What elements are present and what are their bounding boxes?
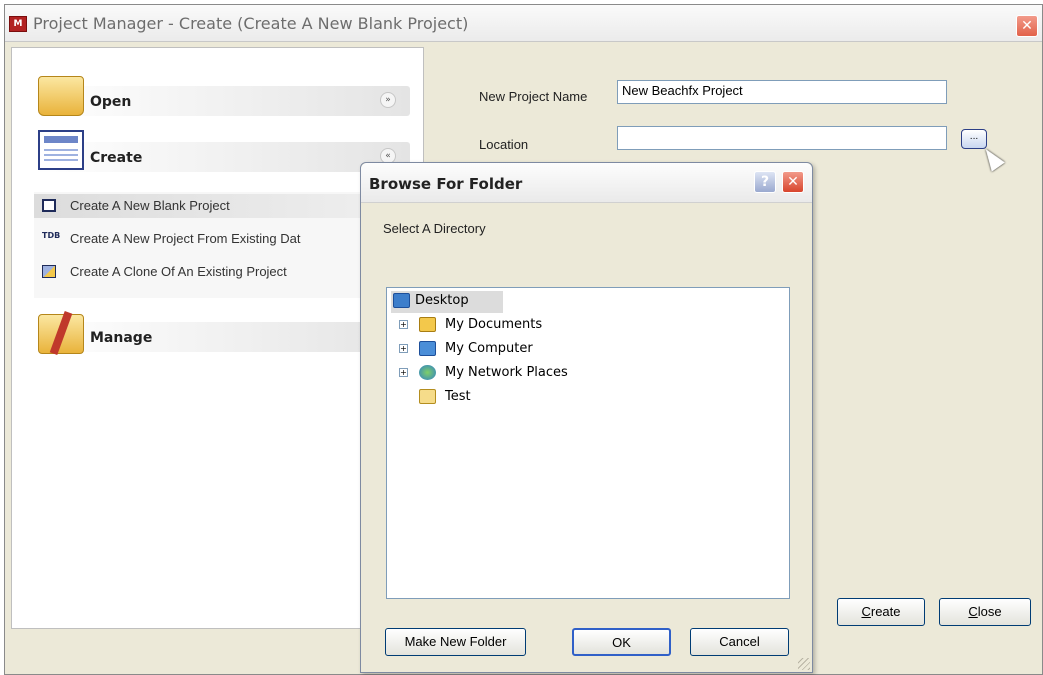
tree-node-label: My Documents [445,317,543,332]
project-name-input[interactable]: New Beachfx Project [617,80,947,104]
tree-node-label: Test [445,389,471,404]
tree-node-label: My Network Places [445,365,568,380]
project-manager-icon: M [9,16,27,32]
manage-tools-icon [38,314,84,354]
dialog-close-button[interactable]: ✕ [782,171,804,193]
create-item-label: Create A New Project From Existing Dat [70,231,301,246]
dialog-prompt: Select A Directory [383,221,486,236]
desktop-icon [393,293,410,308]
folder-icon [419,389,436,404]
tree-node-my-documents[interactable]: + My Documents [399,315,599,337]
location-label: Location [479,137,529,152]
create-item-label: Create A Clone Of An Existing Project [70,264,287,279]
tree-node-desktop[interactable]: Desktop [391,291,503,313]
window-title: Project Manager - Create (Create A New B… [33,14,469,33]
expand-icon[interactable]: + [399,320,408,329]
dialog-title: Browse For Folder [369,175,523,193]
ok-button[interactable]: OK [572,628,671,656]
clone-project-icon [42,265,56,278]
help-button[interactable]: ? [754,171,776,193]
tree-node-network-places[interactable]: + My Network Places [399,363,619,385]
make-new-folder-button[interactable]: Make New Folder [385,628,526,656]
expand-icon[interactable]: + [399,344,408,353]
tree-node-test[interactable]: Test [419,387,579,409]
network-places-icon [419,365,436,380]
close-mnemonic: C [968,604,978,619]
resize-grip[interactable] [798,658,810,670]
create-mnemonic: C [861,604,871,619]
create-button-label: reate [870,604,901,619]
close-button-label: lose [977,604,1002,619]
window-titlebar[interactable]: M Project Manager - Create (Create A New… [5,5,1042,42]
create-clone-project-item[interactable]: Create A Clone Of An Existing Project [34,260,410,284]
create-button[interactable]: Create [837,598,925,626]
nav-section-manage[interactable]: Manage [34,322,410,352]
nav-section-create-label: Create [90,150,143,166]
location-input[interactable] [617,126,947,150]
expand-icon[interactable]: + [399,368,408,377]
create-blank-project-item[interactable]: Create A New Blank Project [34,194,410,218]
folder-tree[interactable]: Desktop + My Documents + My Computer + M… [386,287,790,599]
blank-project-icon [42,199,56,212]
create-item-label: Create A New Blank Project [70,198,230,213]
tree-node-label: My Computer [445,341,533,356]
window-close-button[interactable]: ✕ [1016,15,1038,37]
chevron-down-icon[interactable]: » [380,92,396,108]
close-button[interactable]: Close [939,598,1031,626]
tree-node-my-computer[interactable]: + My Computer [399,339,599,361]
browse-location-button[interactable]: ... [961,129,987,149]
create-form-icon [38,130,84,170]
create-items-list: Create A New Blank Project TDB Create A … [34,192,410,298]
project-name-label: New Project Name [479,89,588,104]
browse-for-folder-dialog: Browse For Folder ? ✕ Select A Directory… [360,162,813,673]
nav-section-open-label: Open [90,94,132,110]
cancel-button[interactable]: Cancel [690,628,789,656]
dialog-titlebar[interactable]: Browse For Folder ? ✕ [361,163,812,203]
my-computer-icon [419,341,436,356]
open-folder-icon [38,76,84,116]
nav-section-manage-label: Manage [90,330,153,346]
my-documents-icon [419,317,436,332]
tree-node-label: Desktop [415,293,469,308]
nav-section-open[interactable]: Open » [34,86,410,116]
create-from-existing-data-item[interactable]: TDB Create A New Project From Existing D… [34,227,410,251]
tdb-project-icon: TDB [42,231,61,240]
nav-section-create[interactable]: Create « [34,142,410,172]
